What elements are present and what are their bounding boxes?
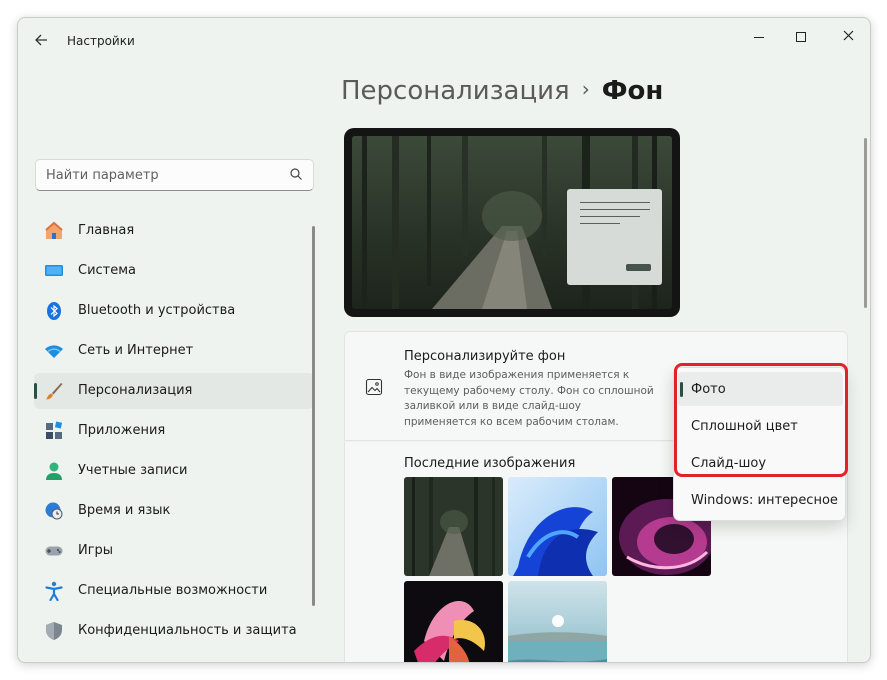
gamepad-icon [45,546,63,556]
app-title: Настройки [67,34,135,48]
sidebar-item-accessibility[interactable]: Специальные возможности [34,573,314,609]
sidebar-item-label: Bluetooth и устройства [78,303,236,318]
system-icon [45,265,63,276]
sidebar-item-accounts[interactable]: Учетные записи [34,453,314,489]
active-indicator [34,383,37,399]
search-input[interactable]: Найти параметр [35,159,314,191]
breadcrumb: Персонализация › Фон [341,76,663,106]
sidebar-item-personalization[interactable]: Персонализация [34,373,314,409]
image-icon [365,378,383,396]
home-icon [45,221,63,239]
sidebar-item-label: Игры [78,543,114,558]
recent-images-title: Последние изображения [404,456,576,471]
sidebar-item-gaming[interactable]: Игры [34,533,314,569]
sidebar-item-network[interactable]: Сеть и Интернет [34,333,314,369]
recent-image-lake[interactable] [508,581,607,662]
arrow-left-icon[interactable] [30,31,52,53]
account-icon [46,462,62,480]
sidebar-item-label: Время и язык [78,503,171,518]
brush-icon [46,383,63,400]
dropdown-option-spotlight[interactable]: Windows: интересное [678,483,843,517]
breadcrumb-parent[interactable]: Персонализация [341,76,570,106]
desktop-preview [344,128,680,317]
sidebar-item-apps[interactable]: Приложения [34,413,314,449]
sidebar-item-label: Сеть и Интернет [78,343,194,358]
sidebar-item-bluetooth[interactable]: Bluetooth и устройства [34,293,314,329]
annotation-highlight [674,363,848,477]
sidebar-item-system[interactable]: Система [34,253,314,289]
chevron-right-icon: › [581,77,590,101]
recent-image-bloom-blue[interactable] [508,477,607,576]
sidebar-item-label: Специальные возможности [78,583,268,598]
search-placeholder: Найти параметр [46,168,159,183]
apps-icon [46,421,63,439]
page-title: Фон [601,76,664,106]
search-icon [290,168,302,180]
wifi-icon [45,345,63,358]
dropdown-option-label: Windows: интересное [691,493,838,508]
maximize-icon[interactable] [786,26,816,48]
close-icon[interactable] [833,26,863,48]
card-title: Персонализируйте фон [404,349,566,364]
minimize-icon[interactable] [744,26,774,48]
preview-window-mockup [567,189,662,285]
recent-image-forest[interactable] [404,477,503,576]
bluetooth-icon [47,302,61,320]
sidebar-item-label: Система [78,263,137,278]
title-bar: Настройки [18,18,870,64]
sidebar-item-label: Персонализация [78,383,193,398]
recent-image-flower[interactable] [404,581,503,662]
sidebar-item-label: Приложения [78,423,166,438]
card-description: Фон в виде изображения применяется к тек… [404,369,654,428]
sidebar-item-label: Учетные записи [78,463,188,478]
sidebar-item-home[interactable]: Главная [34,213,314,249]
sidebar-item-label: Главная [78,223,135,238]
clock-globe-icon [45,502,63,520]
sidebar-item-time-language[interactable]: Время и язык [34,493,314,529]
sidebar-nav: Главная Система Bluetooth и устройства С… [34,213,314,653]
accessibility-icon [45,581,63,601]
sidebar-item-label: Конфиденциальность и защита [78,623,297,638]
preview-wallpaper [352,136,672,309]
settings-window: Настройки Найти параметр Главная Система… [17,17,871,663]
shield-icon [46,622,62,640]
main-scrollbar[interactable] [864,138,867,308]
sidebar-scrollbar[interactable] [312,226,315,606]
sidebar-item-privacy[interactable]: Конфиденциальность и защита [34,613,314,649]
